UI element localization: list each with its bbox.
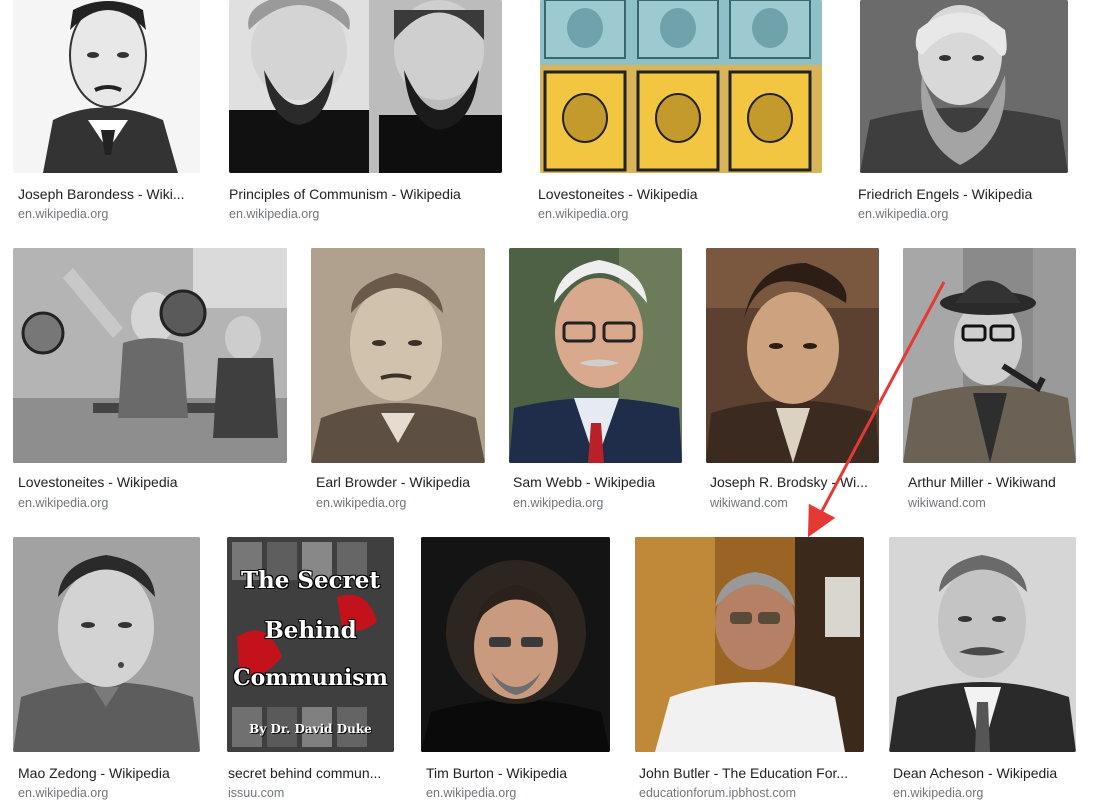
result-title[interactable]: Mao Zedong - Wikipedia — [18, 764, 200, 782]
portrait-sketch-image — [13, 0, 200, 173]
result-thumbnail[interactable]: The Secret Behind Communism By Dr. David… — [227, 537, 394, 752]
result-source: en.wikipedia.org — [18, 786, 109, 800]
result-card[interactable]: The Secret Behind Communism By Dr. David… — [220, 537, 410, 800]
result-source: educationforum.ipbhost.com — [639, 786, 797, 800]
result-card[interactable]: Dean Acheson - Wikipedia en.wikipedia.or… — [880, 537, 1090, 800]
result-title[interactable]: Joseph Barondess - Wiki... — [18, 185, 200, 203]
result-thumbnail[interactable] — [635, 537, 864, 752]
two-bearded-men-image — [229, 0, 502, 173]
result-thumbnail[interactable] — [421, 537, 610, 752]
result-source: en.wikipedia.org — [316, 496, 407, 510]
result-thumbnail[interactable] — [860, 0, 1068, 173]
result-thumbnail[interactable] — [13, 537, 200, 752]
result-card[interactable]: John Butler - The Education For... educa… — [628, 537, 873, 800]
man-sepia-portrait-image — [706, 248, 879, 463]
result-source: en.wikipedia.org — [426, 786, 517, 800]
result-source: en.wikipedia.org — [18, 207, 109, 221]
result-thumbnail[interactable] — [706, 248, 879, 463]
result-source: issuu.com — [228, 786, 285, 800]
party-stamps-image — [540, 0, 822, 173]
result-card[interactable]: Principles of Communism - Wikipedia en.w… — [222, 0, 512, 230]
curly-haired-man-image — [421, 537, 610, 752]
result-title[interactable]: Principles of Communism - Wikipedia — [229, 185, 507, 203]
result-card[interactable]: Tim Burton - Wikipedia en.wikipedia.org — [414, 537, 619, 800]
result-card[interactable]: Arthur Miller - Wikiwand wikiwand.com — [895, 248, 1090, 518]
result-card[interactable]: Mao Zedong - Wikipedia en.wikipedia.org — [0, 537, 210, 800]
result-title[interactable]: Dean Acheson - Wikipedia — [893, 764, 1083, 782]
result-title[interactable]: John Butler - The Education For... — [639, 764, 864, 782]
result-thumbnail[interactable] — [903, 248, 1076, 463]
result-card[interactable]: Sam Webb - Wikipedia en.wikipedia.org — [500, 248, 695, 518]
result-thumbnail[interactable] — [889, 537, 1076, 752]
mustached-man-portrait-image — [889, 537, 1076, 752]
result-title[interactable]: Friedrich Engels - Wikipedia — [858, 185, 1078, 203]
result-thumbnail[interactable] — [13, 0, 200, 173]
speaker-at-microphones-image — [13, 248, 287, 463]
result-title[interactable]: Lovestoneites - Wikipedia — [18, 473, 288, 491]
result-source: en.wikipedia.org — [229, 207, 320, 221]
result-card[interactable]: Lovestoneites - Wikipedia en.wikipedia.o… — [532, 0, 832, 230]
result-thumbnail[interactable] — [540, 0, 822, 173]
bearded-man-portrait-image — [860, 0, 1068, 173]
result-thumbnail[interactable] — [229, 0, 502, 173]
result-card[interactable]: Friedrich Engels - Wikipedia en.wikipedi… — [850, 0, 1090, 230]
result-source: en.wikipedia.org — [538, 207, 629, 221]
book-author: By Dr. David Duke — [249, 722, 372, 736]
result-thumbnail[interactable] — [13, 248, 287, 463]
result-card[interactable]: Lovestoneites - Wikipedia en.wikipedia.o… — [0, 248, 300, 518]
result-title[interactable]: Lovestoneites - Wikipedia — [538, 185, 823, 203]
result-source: en.wikipedia.org — [513, 496, 604, 510]
man-with-glasses-image — [509, 248, 682, 463]
result-source: wikiwand.com — [710, 496, 788, 510]
result-title[interactable]: Tim Burton - Wikipedia — [426, 764, 611, 782]
result-title[interactable]: Joseph R. Brodsky - Wi... — [710, 473, 875, 491]
result-thumbnail[interactable] — [509, 248, 682, 463]
book-title-line: Communism — [233, 665, 388, 691]
book-title-line: The Secret — [240, 567, 381, 594]
mao-portrait-image — [13, 537, 200, 752]
result-title[interactable]: Earl Browder - Wikipedia — [316, 473, 491, 491]
result-card[interactable]: Earl Browder - Wikipedia en.wikipedia.or… — [300, 248, 500, 518]
man-with-hat-and-pipe-image — [903, 248, 1076, 463]
result-source: wikiwand.com — [908, 496, 986, 510]
result-thumbnail[interactable] — [311, 248, 485, 463]
vintage-portrait-image — [311, 248, 485, 463]
result-source: en.wikipedia.org — [18, 496, 109, 510]
result-title[interactable]: Arthur Miller - Wikiwand — [908, 473, 1083, 491]
result-title[interactable]: Sam Webb - Wikipedia — [513, 473, 688, 491]
result-card[interactable]: Joseph R. Brodsky - Wi... wikiwand.com — [695, 248, 895, 518]
result-title[interactable]: secret behind commun... — [228, 764, 398, 782]
man-in-restaurant-image — [635, 537, 864, 752]
result-card[interactable]: Joseph Barondess - Wiki... en.wikipedia.… — [0, 0, 210, 230]
book-title-line: Behind — [264, 617, 357, 644]
result-source: en.wikipedia.org — [893, 786, 984, 800]
result-source: en.wikipedia.org — [858, 207, 949, 221]
